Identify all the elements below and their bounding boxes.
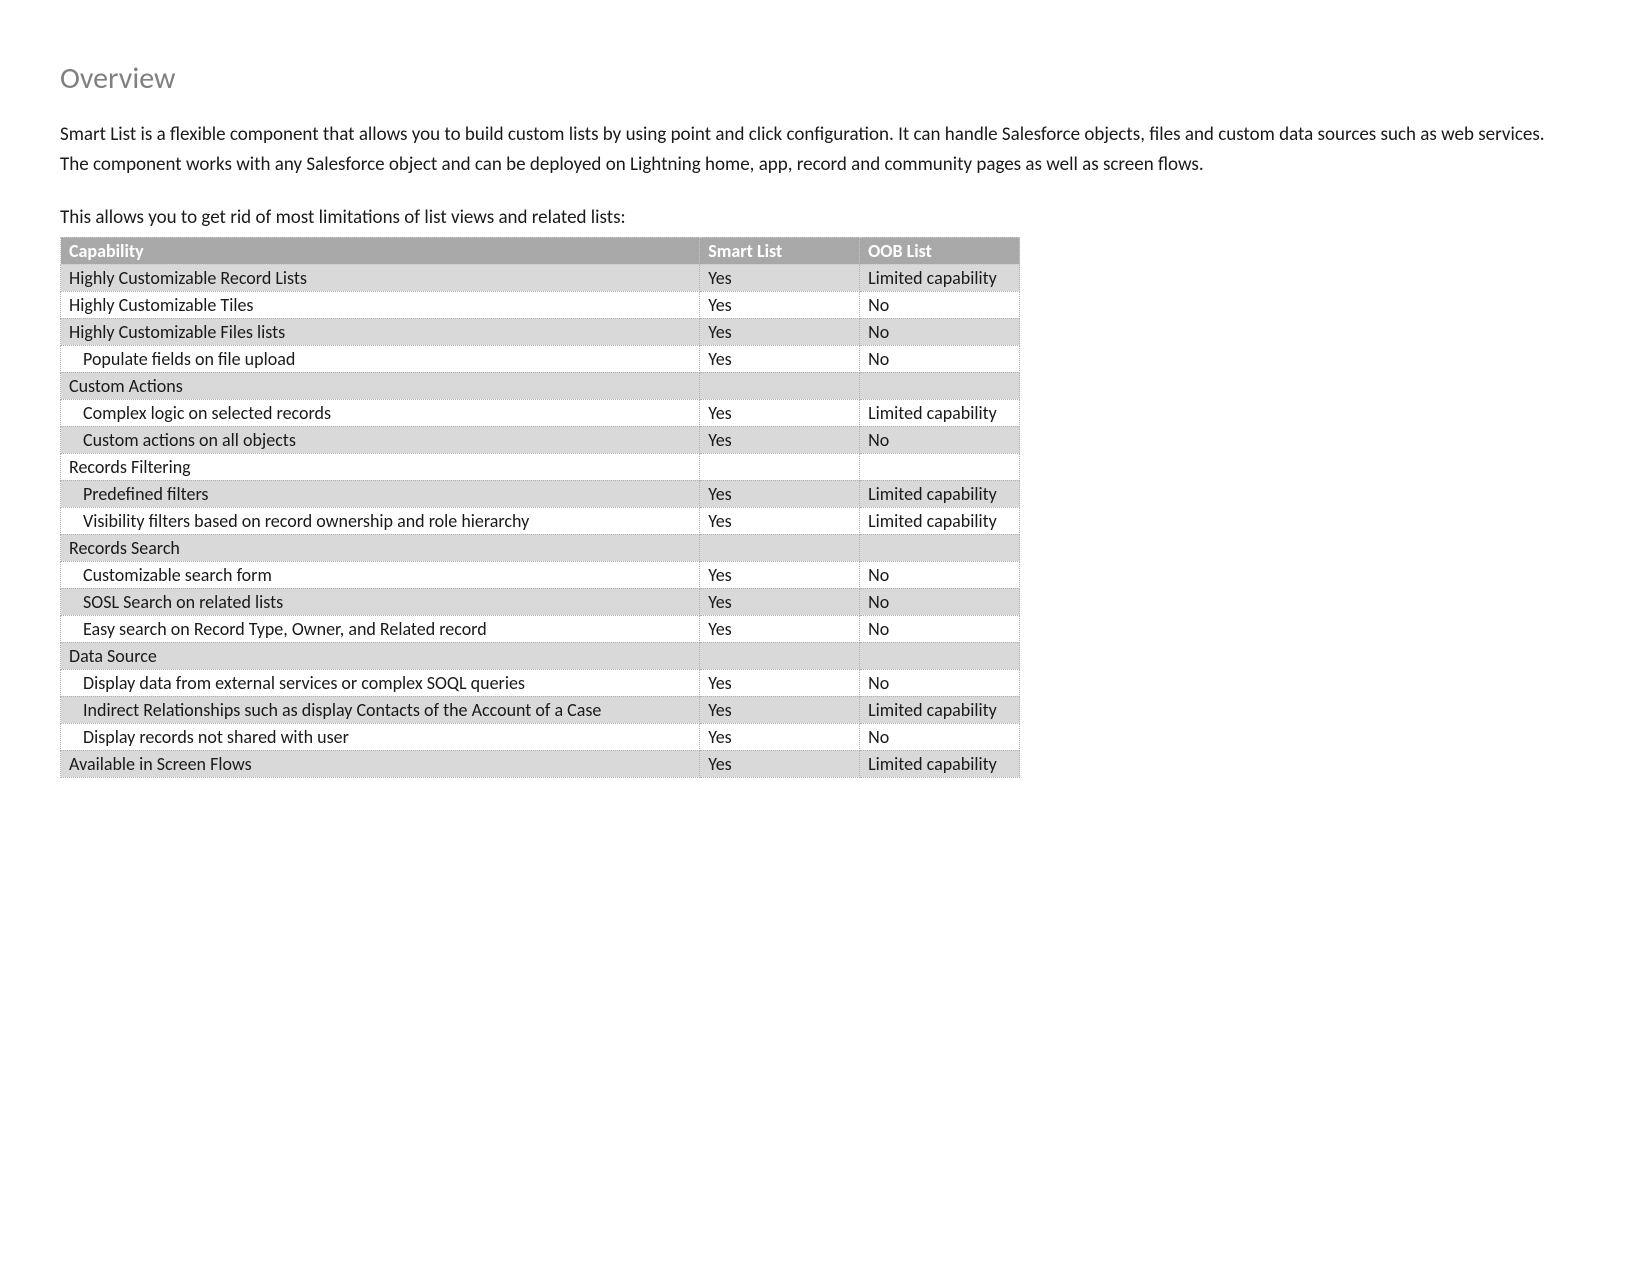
cell-oob-list (860, 372, 1020, 399)
cell-capability: Populate fields on file upload (61, 345, 700, 372)
table-row: Records Search (61, 534, 1020, 561)
cell-smart-list: Yes (700, 669, 860, 696)
cell-smart-list (700, 372, 860, 399)
table-row: Highly Customizable TilesYesNo (61, 291, 1020, 318)
cell-capability: Records Search (61, 534, 700, 561)
cell-oob-list: Limited capability (860, 507, 1020, 534)
cell-capability: Custom actions on all objects (61, 426, 700, 453)
table-row: Records Filtering (61, 453, 1020, 480)
header-oob-list: OOB List (860, 237, 1020, 264)
cell-smart-list: Yes (700, 399, 860, 426)
cell-oob-list: No (860, 291, 1020, 318)
cell-smart-list: Yes (700, 318, 860, 345)
cell-smart-list: Yes (700, 345, 860, 372)
header-capability: Capability (61, 237, 700, 264)
cell-capability: Custom Actions (61, 372, 700, 399)
table-row: Custom Actions (61, 372, 1020, 399)
header-smart-list: Smart List (700, 237, 860, 264)
cell-capability: Indirect Relationships such as display C… (61, 696, 700, 723)
table-row: Visibility filters based on record owner… (61, 507, 1020, 534)
cell-smart-list: Yes (700, 750, 860, 777)
table-row: Display records not shared with userYesN… (61, 723, 1020, 750)
cell-capability: Records Filtering (61, 453, 700, 480)
cell-capability: Highly Customizable Files lists (61, 318, 700, 345)
cell-oob-list: Limited capability (860, 399, 1020, 426)
section-title: Overview (60, 60, 1590, 97)
cell-smart-list (700, 453, 860, 480)
table-row: Predefined filtersYesLimited capability (61, 480, 1020, 507)
table-row: Populate fields on file uploadYesNo (61, 345, 1020, 372)
table-row: Easy search on Record Type, Owner, and R… (61, 615, 1020, 642)
cell-capability: SOSL Search on related lists (61, 588, 700, 615)
cell-oob-list: No (860, 615, 1020, 642)
table-row: Custom actions on all objectsYesNo (61, 426, 1020, 453)
cell-oob-list (860, 453, 1020, 480)
table-row: Available in Screen FlowsYesLimited capa… (61, 750, 1020, 777)
cell-smart-list: Yes (700, 696, 860, 723)
cell-capability: Easy search on Record Type, Owner, and R… (61, 615, 700, 642)
cell-smart-list: Yes (700, 264, 860, 291)
cell-oob-list: No (860, 345, 1020, 372)
cell-smart-list: Yes (700, 291, 860, 318)
intro-paragraph-1: Smart List is a flexible component that … (60, 122, 1590, 148)
cell-capability: Display records not shared with user (61, 723, 700, 750)
cell-oob-list (860, 642, 1020, 669)
intro-paragraph-3: This allows you to get rid of most limit… (60, 205, 1590, 231)
table-row: Indirect Relationships such as display C… (61, 696, 1020, 723)
cell-oob-list: No (860, 723, 1020, 750)
table-row: Highly Customizable Files listsYesNo (61, 318, 1020, 345)
cell-smart-list: Yes (700, 426, 860, 453)
cell-smart-list: Yes (700, 588, 860, 615)
cell-capability: Visibility filters based on record owner… (61, 507, 700, 534)
cell-smart-list: Yes (700, 507, 860, 534)
cell-oob-list: Limited capability (860, 264, 1020, 291)
cell-oob-list: No (860, 426, 1020, 453)
cell-oob-list: Limited capability (860, 750, 1020, 777)
table-row: Data Source (61, 642, 1020, 669)
table-row: SOSL Search on related listsYesNo (61, 588, 1020, 615)
cell-capability: Available in Screen Flows (61, 750, 700, 777)
cell-smart-list: Yes (700, 561, 860, 588)
table-row: Highly Customizable Record ListsYesLimit… (61, 264, 1020, 291)
cell-capability: Display data from external services or c… (61, 669, 700, 696)
cell-smart-list: Yes (700, 723, 860, 750)
page-content: Overview Smart List is a flexible compon… (0, 0, 1650, 838)
cell-oob-list: No (860, 318, 1020, 345)
capability-table: Capability Smart List OOB List Highly Cu… (60, 237, 1020, 778)
intro-paragraph-2: The component works with any Salesforce … (60, 152, 1590, 178)
cell-capability: Predefined filters (61, 480, 700, 507)
cell-oob-list: Limited capability (860, 480, 1020, 507)
table-row: Complex logic on selected recordsYesLimi… (61, 399, 1020, 426)
table-header-row: Capability Smart List OOB List (61, 237, 1020, 264)
cell-smart-list (700, 534, 860, 561)
cell-smart-list: Yes (700, 615, 860, 642)
cell-capability: Highly Customizable Tiles (61, 291, 700, 318)
table-row: Display data from external services or c… (61, 669, 1020, 696)
cell-smart-list: Yes (700, 480, 860, 507)
cell-oob-list (860, 534, 1020, 561)
cell-capability: Complex logic on selected records (61, 399, 700, 426)
cell-oob-list: No (860, 561, 1020, 588)
cell-oob-list: Limited capability (860, 696, 1020, 723)
cell-oob-list: No (860, 669, 1020, 696)
cell-capability: Data Source (61, 642, 700, 669)
cell-capability: Customizable search form (61, 561, 700, 588)
cell-capability: Highly Customizable Record Lists (61, 264, 700, 291)
cell-oob-list: No (860, 588, 1020, 615)
table-row: Customizable search formYesNo (61, 561, 1020, 588)
cell-smart-list (700, 642, 860, 669)
